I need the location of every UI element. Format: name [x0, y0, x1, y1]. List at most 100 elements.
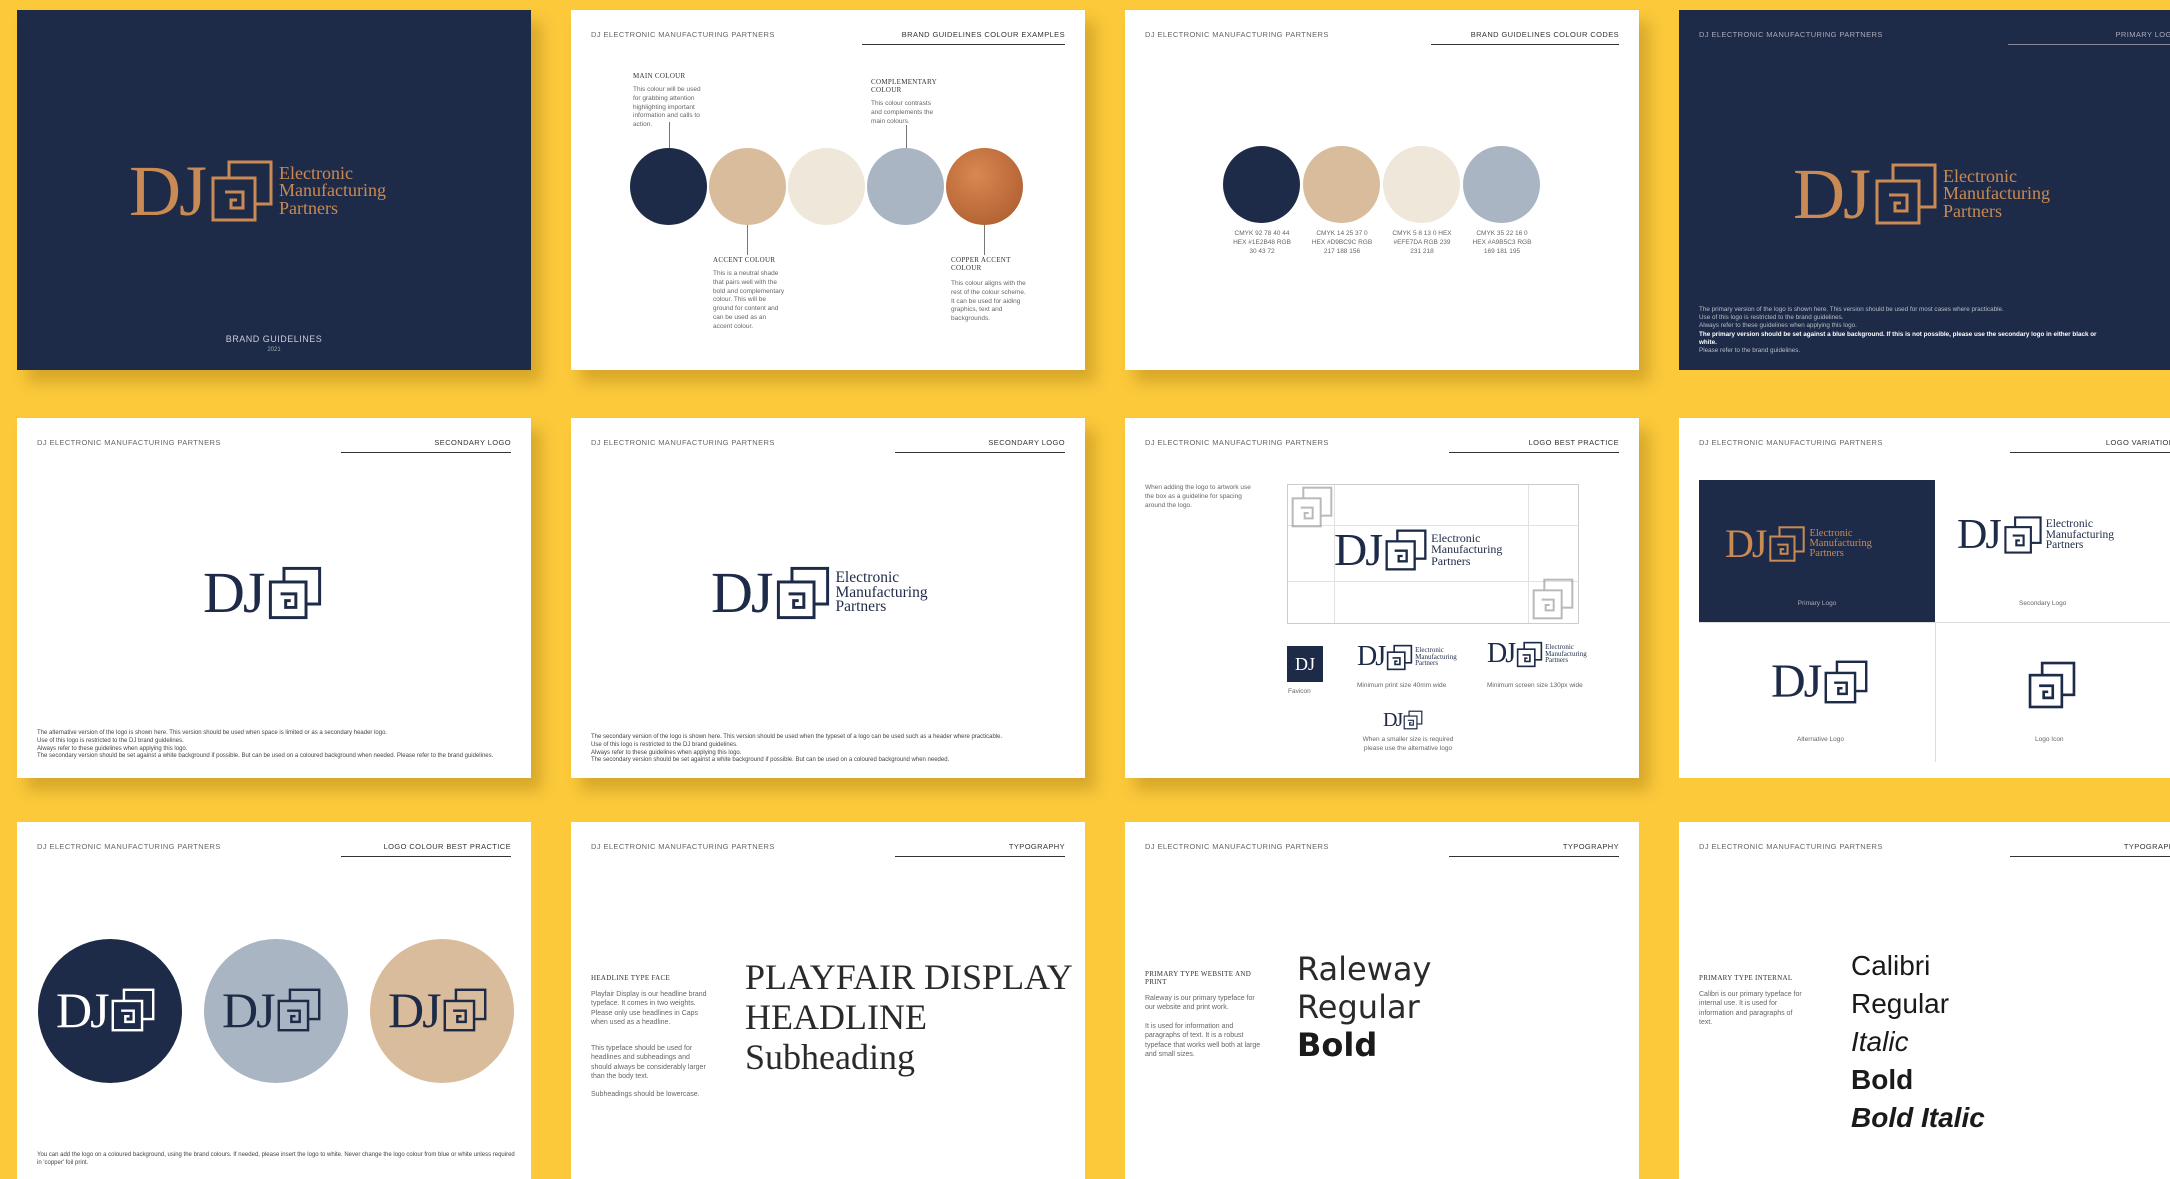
min-screen-label: Minimum screen size 130px wide [1487, 682, 1583, 689]
variation-label: Primary Logo [1797, 600, 1837, 607]
logo-wordmark: Electronic Manufacturing Partners [1943, 167, 2050, 221]
slide-brand-header: DJ ELECTRONIC MANUFACTURING PARTNERS [1699, 842, 1883, 851]
logo-line-3: Partners [1809, 547, 1844, 559]
logo-initials: DJ [1725, 521, 1767, 566]
note-line: Use of this logo is restricted to the DJ… [591, 741, 738, 748]
primary-logo: DJ Electronic Manufacturing Partners [129, 155, 386, 227]
favicon-initials: DJ [1294, 653, 1315, 674]
logo-line-3: Partners [1545, 656, 1569, 665]
colour-code-navy: CMYK 92 78 40 44 HEX #1E2B48 RGB 30 43 7… [1233, 230, 1291, 255]
slide-title: TYPOGRAPHY [2010, 842, 2170, 857]
code-swatch-cream [1383, 146, 1460, 223]
logo-on-grey-circle: DJ [204, 939, 348, 1083]
logo-line-2: Manufacturing [279, 180, 386, 201]
slide-logo-colour-best-practice[interactable]: DJ ELECTRONIC MANUFACTURING PARTNERS LOG… [17, 822, 531, 1179]
alternative-logo: DJ [388, 985, 488, 1035]
slide-secondary-logo-1[interactable]: DJ ELECTRONIC MANUFACTURING PARTNERS SEC… [17, 418, 531, 778]
copper-colour-text: This colour aligns with the rest of the … [951, 280, 1026, 323]
swatch-copper [946, 148, 1023, 225]
logo-icon-mark-icon [2028, 661, 2076, 709]
swatch-cream [788, 148, 865, 225]
secondary-logo-notes: The secondary version of the logo is sho… [591, 734, 1081, 765]
colour-code-grey-blue: CMYK 35 22 16 0 HEX #A9B5C3 RGB 169 181 … [1472, 230, 1532, 255]
logo-mark-icon [1403, 710, 1423, 730]
logo-mark-icon [277, 988, 321, 1032]
note-line: Please refer to the brand guidelines. [1699, 346, 1801, 354]
logo-initials: DJ [129, 151, 207, 231]
alternative-logo: DJ [1771, 658, 1869, 706]
colour-best-practice-text: You can add the logo on a coloured backg… [37, 1152, 515, 1166]
slide-secondary-logo-2[interactable]: DJ ELECTRONIC MANUFACTURING PARTNERS SEC… [571, 418, 1085, 778]
slide-logo-variations[interactable]: DJ ELECTRONIC MANUFACTURING PARTNERS LOG… [1679, 418, 2170, 778]
logo-line-3: Partners [2045, 539, 2084, 552]
main-colour-text: This colour will be used for grabbing at… [633, 86, 701, 129]
logo-mark-icon [1385, 529, 1427, 571]
accent-colour-line [747, 225, 748, 255]
logo-mark-icon [777, 566, 830, 620]
secondary-logo-notes: The alternative version of the logo is s… [37, 730, 527, 761]
note-line: Always refer to these guidelines when ap… [1699, 322, 1857, 330]
logo-wordmark: Electronic Manufacturing Partners [1431, 532, 1502, 568]
min-print-label: Minimum print size 40mm wide [1357, 682, 1447, 689]
note-line: The secondary version should be set agai… [591, 757, 950, 764]
logo-mark-icon [1516, 641, 1543, 667]
slide-brand-header: DJ ELECTRONIC MANUFACTURING PARTNERS [591, 842, 775, 851]
slide-brand-header: DJ ELECTRONIC MANUFACTURING PARTNERS [591, 30, 775, 39]
min-print-logo: DJ Electronic Manufacturing Partners [1357, 643, 1457, 671]
logo-wordmark: Electronic Manufacturing Partners [1809, 528, 1871, 559]
slide-typography-raleway[interactable]: DJ ELECTRONIC MANUFACTURING PARTNERS TYP… [1125, 822, 1639, 1179]
typeface-label: PRIMARY TYPE INTERNAL [1699, 974, 1793, 982]
logo-initials: DJ [1957, 512, 2002, 558]
comp-colour-text: This colour contrasts and complements th… [871, 100, 934, 125]
logo-line-3: Partners [1431, 553, 1471, 568]
slide-colour-codes[interactable]: DJ ELECTRONIC MANUFACTURING PARTNERS BRA… [1125, 10, 1639, 370]
note-line: Always refer to these guidelines when ap… [37, 745, 188, 752]
slide-typography-playfair[interactable]: DJ ELECTRONIC MANUFACTURING PARTNERS TYP… [571, 822, 1085, 1179]
logo-line-2: Manufacturing [1943, 183, 2050, 204]
note-line: The secondary version of the logo is sho… [591, 734, 1003, 740]
slide-primary-logo[interactable]: DJ ELECTRONIC MANUFACTURING PARTNERS PRI… [1679, 10, 2170, 370]
logo-initials: DJ [1771, 655, 1822, 708]
copper-colour-title: COPPER ACCENT COLOUR [951, 256, 1011, 272]
font-sample-bold-italic: Bold Italic [1851, 1102, 1985, 1133]
logo-mark-icon [269, 566, 322, 620]
slide-colour-examples[interactable]: DJ ELECTRONIC MANUFACTURING PARTNERS BRA… [571, 10, 1085, 370]
slide-title: LOGO VARIATIONS [2010, 438, 2170, 453]
logo-mark-icon [1769, 526, 1806, 562]
logo-initials: DJ [711, 560, 773, 625]
slide-cover[interactable]: DJ Electronic Manufacturing Partners BRA… [17, 10, 531, 370]
secondary-logo-wordmark: DJ Electronic Manufacturing Partners [711, 564, 928, 622]
typeface-label: HEADLINE TYPE FACE [591, 974, 671, 982]
slide-logo-best-practice[interactable]: DJ ELECTRONIC MANUFACTURING PARTNERS LOG… [1125, 418, 1639, 778]
font-sample-bold: Bold [1297, 1026, 1378, 1064]
note-line: Use of this logo is restricted to the br… [1699, 314, 1844, 322]
copper-colour-line [984, 225, 985, 255]
secondary-logo-wordmark: DJ Electronic Manufacturing Partners [1957, 514, 2114, 556]
typeface-desc-2: This typeface should be used for headlin… [591, 1045, 706, 1081]
logo-line-3: Partners [1943, 200, 2002, 221]
primary-logo: DJ Electronic Manufacturing Partners [1725, 524, 1872, 564]
slide-brand-header: DJ ELECTRONIC MANUFACTURING PARTNERS [1145, 30, 1329, 39]
slide-typography-calibri[interactable]: DJ ELECTRONIC MANUFACTURING PARTNERS TYP… [1679, 822, 2170, 1179]
font-sample-regular: Regular [1297, 988, 1420, 1026]
logo-initials: DJ [1793, 154, 1871, 234]
main-colour-title: MAIN COLOUR [633, 72, 686, 80]
logo-wordmark: Electronic Manufacturing Partners [2045, 518, 2114, 552]
code-swatch-beige [1303, 146, 1380, 223]
logo-mark-icon [111, 988, 155, 1032]
logo-mark-icon [1386, 644, 1413, 670]
comp-colour-title: COMPLEMENTARY COLOUR [871, 78, 937, 94]
slide-brand-header: DJ ELECTRONIC MANUFACTURING PARTNERS [1699, 438, 1883, 447]
small-alt-logo: DJ [1383, 710, 1423, 730]
note-line: When a smaller size is required [1362, 736, 1454, 743]
font-sample-subheading: Subheading [745, 1037, 915, 1077]
logo-on-beige-circle: DJ [370, 939, 514, 1083]
slide-title: SECONDARY LOGO [341, 438, 511, 453]
variation-label: Secondary Logo [2019, 600, 2067, 607]
logo-initials: DJ [1334, 524, 1383, 575]
font-sample-title: Calibri [1851, 950, 1931, 981]
accent-colour-text: This is a neutral shade that pairs well … [713, 270, 785, 330]
smaller-size-note: When a smaller size is required please u… [1353, 736, 1463, 754]
clear-space-box: DJ Electronic Manufacturing Partners [1287, 484, 1579, 624]
alternative-logo: DJ [56, 985, 156, 1035]
